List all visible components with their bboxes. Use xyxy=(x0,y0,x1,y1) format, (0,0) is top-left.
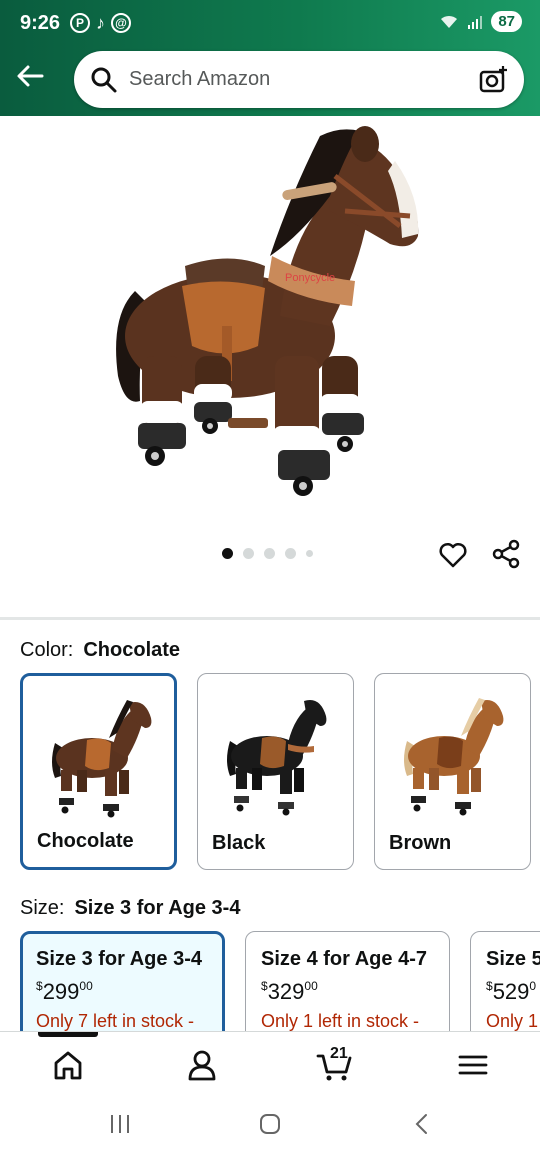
pinterest-icon: P xyxy=(70,13,90,33)
brown-pony-thumbnail xyxy=(404,698,504,816)
color-option-label: Black xyxy=(212,832,266,854)
bottom-nav xyxy=(0,1031,540,1095)
product-image[interactable]: Ponycycle xyxy=(0,116,540,536)
color-option-chocolate[interactable]: Chocolate xyxy=(20,673,177,870)
back-arrow-icon[interactable] xyxy=(14,60,46,92)
home-system-icon[interactable] xyxy=(258,1113,282,1135)
status-time: 9:26 xyxy=(20,12,61,34)
section-divider xyxy=(0,617,540,620)
carousel-dot[interactable] xyxy=(222,548,233,559)
size-option-name: Size 5 xyxy=(486,948,540,970)
battery-level: 87 xyxy=(491,11,522,32)
pony-product-illustration: Ponycycle xyxy=(116,126,419,496)
color-row-label: Color: Chocolate xyxy=(20,639,180,662)
status-right: 87 xyxy=(439,11,522,32)
color-option-label: Chocolate xyxy=(37,830,134,852)
size-option-price: $29900 xyxy=(36,979,93,1004)
carousel-dot[interactable] xyxy=(306,550,313,557)
wifi-icon xyxy=(441,15,458,28)
size-option-name: Size 4 for Age 4-7 xyxy=(261,948,427,970)
size-option-price: $32900 xyxy=(261,979,318,1004)
price-cents: 0 xyxy=(529,979,537,993)
active-tab-indicator xyxy=(38,1032,98,1037)
black-pony-thumbnail xyxy=(227,700,327,816)
status-bar: 9:26 P ♪ @ 87 xyxy=(0,0,540,46)
back-system-icon[interactable] xyxy=(410,1113,434,1135)
color-label: Color: xyxy=(20,639,74,661)
menu-icon[interactable] xyxy=(455,1048,491,1082)
app-header: 9:26 P ♪ @ 87 Search Amazon xyxy=(0,0,540,116)
home-icon[interactable] xyxy=(50,1048,86,1082)
color-option-label: Brown xyxy=(389,832,452,854)
account-icon[interactable] xyxy=(184,1048,220,1082)
size-selected-value: Size 3 for Age 3-4 xyxy=(74,897,241,919)
price-dollars: 529 xyxy=(492,979,530,1004)
system-nav-bar xyxy=(0,1095,540,1158)
share-icon[interactable] xyxy=(490,538,522,570)
size-row-label: Size: Size 3 for Age 3-4 xyxy=(20,897,240,920)
search-bar[interactable]: Search Amazon xyxy=(74,51,524,108)
recent-apps-icon[interactable] xyxy=(108,1113,132,1135)
size-option-name: Size 3 for Age 3-4 xyxy=(36,948,202,970)
color-option-black[interactable]: Black xyxy=(197,673,354,870)
signal-icon xyxy=(468,15,483,29)
size-option-price: $5290 xyxy=(486,979,537,1004)
price-dollars: 299 xyxy=(42,979,80,1004)
price-cents: 00 xyxy=(304,979,318,993)
size-label: Size: xyxy=(20,897,65,919)
stock-status: Only 1 left in stock - xyxy=(261,1011,420,1031)
carousel-dot[interactable] xyxy=(285,548,296,559)
carousel-dot[interactable] xyxy=(243,548,254,559)
fingerprint-icon: @ xyxy=(111,13,131,33)
carousel-dot[interactable] xyxy=(264,548,275,559)
stock-status: Only 1 xyxy=(486,1011,539,1031)
image-carousel-dots[interactable] xyxy=(222,548,313,559)
notification-icons: P ♪ @ xyxy=(70,13,131,34)
svg-text:Ponycycle: Ponycycle xyxy=(285,272,335,284)
cart-count-badge: 21 xyxy=(330,1045,348,1062)
chocolate-pony-thumbnail xyxy=(52,700,152,818)
price-dollars: 329 xyxy=(267,979,305,1004)
color-selected-value: Chocolate xyxy=(83,639,181,661)
price-cents: 00 xyxy=(79,979,93,993)
search-icon xyxy=(91,67,117,93)
heart-icon[interactable] xyxy=(438,540,468,570)
app-root: { "status_bar": { "time": "9:26", "batte… xyxy=(0,0,540,1158)
camera-search-icon[interactable] xyxy=(478,64,510,96)
color-option-brown[interactable]: Brown xyxy=(374,673,531,870)
stock-status: Only 7 left in stock - xyxy=(36,1011,195,1031)
search-input[interactable]: Search Amazon xyxy=(129,68,270,91)
tiktok-icon: ♪ xyxy=(96,13,105,33)
